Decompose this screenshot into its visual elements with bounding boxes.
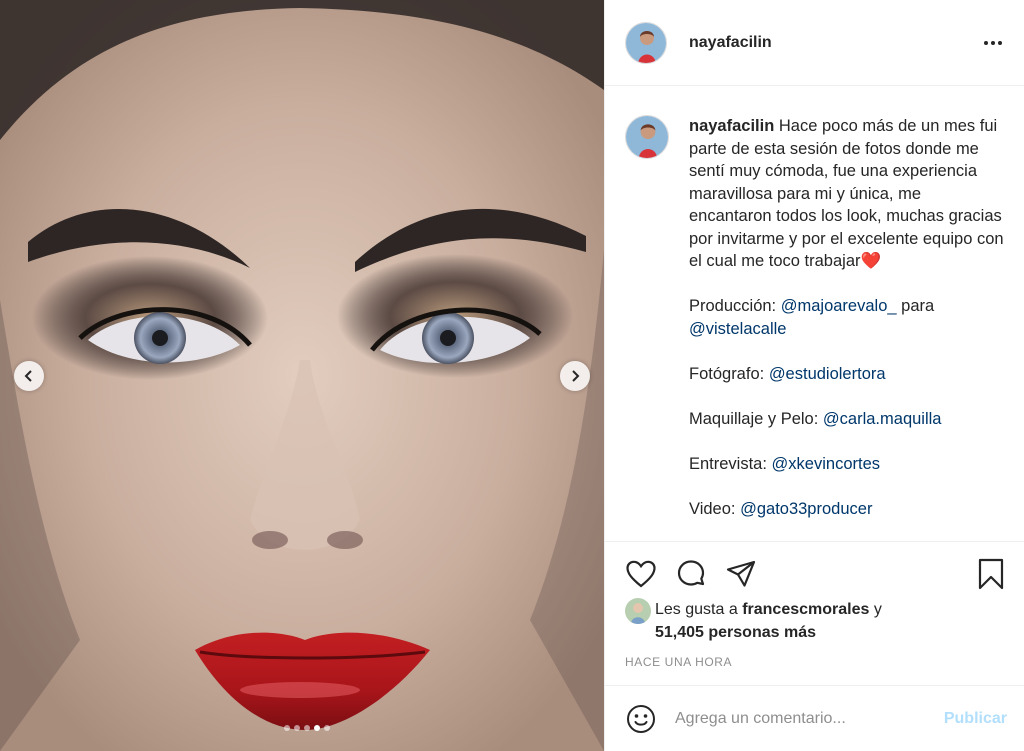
comment-button[interactable] <box>673 556 709 592</box>
caption-text: nayafacilin Hace poco más de un mes fui … <box>689 115 1007 541</box>
liker-avatar[interactable] <box>625 598 651 624</box>
likes-summary: Les gusta a francescmorales y 51,405 per… <box>625 598 882 644</box>
caption-username[interactable]: nayafacilin <box>689 117 774 135</box>
avatar-image <box>625 598 651 624</box>
caption-video-label: Video: <box>689 499 736 518</box>
avatar[interactable] <box>625 21 667 64</box>
carousel-prev-button[interactable] <box>14 361 44 391</box>
likes-prefix: Les gusta a <box>655 601 738 618</box>
action-icons <box>623 556 759 592</box>
smiley-icon <box>627 704 655 733</box>
publish-comment-button[interactable]: Publicar <box>944 710 1007 728</box>
carousel-dot <box>304 725 310 731</box>
comment-input[interactable] <box>675 709 944 728</box>
post-media[interactable] <box>0 0 604 751</box>
caption-fotografo-label: Fotógrafo: <box>689 364 765 383</box>
likes-connector: y <box>873 601 882 618</box>
paper-plane-icon <box>726 560 756 587</box>
post-author-username[interactable]: nayafacilin <box>689 34 772 52</box>
post-caption: nayafacilin Hace poco más de un mes fui … <box>605 87 1024 541</box>
likes-count[interactable]: 51,405 personas más <box>655 624 816 641</box>
caption-avatar[interactable] <box>625 115 669 159</box>
comment-bubble-icon <box>677 560 705 586</box>
save-button[interactable] <box>973 556 1009 592</box>
carousel-next-button[interactable] <box>560 361 590 391</box>
bookmark-icon <box>978 558 1004 590</box>
post-actions: Les gusta a francescmorales y 51,405 per… <box>605 541 1024 685</box>
share-button[interactable] <box>723 556 759 592</box>
post-photo <box>0 0 604 751</box>
avatar-image <box>626 22 666 63</box>
heart-icon <box>626 560 656 588</box>
caption-maquillaje-label: Maquillaje y Pelo: <box>689 409 819 428</box>
carousel-indicator <box>0 725 604 731</box>
post-header: nayafacilin <box>605 0 1024 86</box>
comment-bar: Publicar <box>605 685 1024 751</box>
mention-link[interactable]: @estudiolertora <box>769 365 886 383</box>
mention-link[interactable]: @carla.maquilla <box>823 410 942 428</box>
like-button[interactable] <box>623 556 659 592</box>
carousel-dot <box>314 725 320 731</box>
post-sidebar: nayafacilin nayafacilin Hace poco más de… <box>604 0 1024 751</box>
mention-link[interactable]: @majoarevalo_ <box>781 297 897 315</box>
mention-link[interactable]: @xkevincortes <box>772 455 880 473</box>
carousel-dot <box>294 725 300 731</box>
liker-username[interactable]: francescmorales <box>742 601 869 618</box>
carousel-dot <box>284 725 290 731</box>
chevron-left-icon <box>24 370 32 382</box>
caption-intro: Hace poco más de un mes fui parte de est… <box>689 117 1004 270</box>
mention-link[interactable]: @vistelacalle <box>689 320 786 338</box>
carousel-dot <box>324 725 330 731</box>
emoji-button[interactable] <box>625 703 657 735</box>
chevron-right-icon <box>572 370 580 382</box>
caption-connector: para <box>901 297 935 315</box>
avatar-image <box>626 116 668 158</box>
more-options-icon[interactable] <box>982 33 1004 53</box>
mention-link[interactable]: @gato33producer <box>740 500 872 518</box>
likes-text: Les gusta a francescmorales y 51,405 per… <box>655 598 882 644</box>
caption-entrevista-label: Entrevista: <box>689 454 767 473</box>
post-timestamp[interactable]: HACE UNA HORA <box>625 655 732 669</box>
caption-produccion-label: Producción: <box>689 297 777 315</box>
